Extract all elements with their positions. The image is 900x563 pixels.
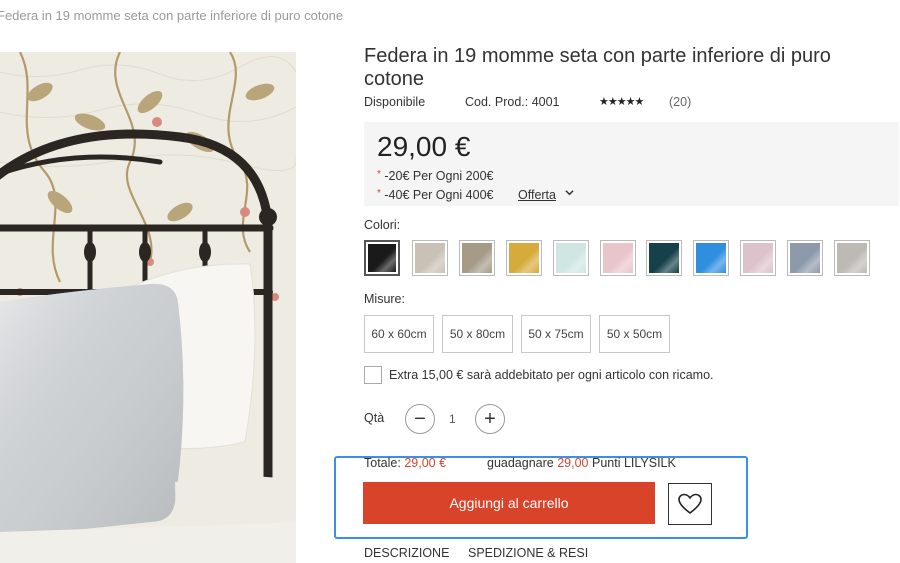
size-option[interactable]: 50 x 50cm [599, 315, 670, 353]
promo-line-2: * -40€ Per Ogni 400€ [377, 188, 494, 202]
earn-value: 29,00 [557, 456, 589, 470]
tab-description[interactable]: DESCRIZIONE [364, 546, 449, 560]
total: Totale: 29,00 € [364, 456, 446, 470]
tab-shipping[interactable]: SPEDIZIONE & RESI [468, 546, 588, 560]
review-count[interactable]: (20) [669, 95, 691, 109]
color-swatch-light-taupe[interactable] [412, 240, 448, 276]
color-swatch-gold[interactable] [506, 240, 542, 276]
swatch-fill [415, 243, 445, 273]
color-swatch-dark-teal[interactable] [646, 240, 682, 276]
swatch-fill [743, 243, 773, 273]
color-swatch-slate[interactable] [787, 240, 823, 276]
wishlist-button[interactable] [668, 483, 712, 525]
price: 29,00 € [377, 131, 471, 162]
total-label: Totale: [364, 456, 401, 470]
promo-marker: * [377, 188, 381, 199]
points-label: Punti LILYSILK [591, 456, 676, 470]
quantity-increase-button[interactable]: + [475, 404, 505, 434]
color-swatch-taupe[interactable] [459, 240, 495, 276]
swatch-fill [603, 243, 633, 273]
swatch-fill [368, 244, 396, 272]
promo-marker: * [377, 169, 381, 180]
embroidery-checkbox[interactable] [364, 366, 382, 384]
swatch-fill [837, 243, 867, 273]
breadcrumb: Federa in 19 momme seta con parte inferi… [0, 8, 344, 23]
swatch-fill [462, 243, 492, 273]
swatch-fill [649, 243, 679, 273]
sizes-label: Misure: [364, 292, 405, 306]
size-option[interactable]: 60 x 60cm [364, 315, 434, 353]
swatch-fill [790, 243, 820, 273]
earn-label: guadagnare [487, 456, 554, 470]
plus-icon: + [484, 407, 496, 430]
color-swatch-mint[interactable] [553, 240, 589, 276]
size-option[interactable]: 50 x 80cm [442, 315, 513, 353]
total-value: 29,00 € [404, 456, 447, 470]
product-photo [0, 52, 296, 563]
offer-link[interactable]: Offerta [518, 188, 556, 202]
color-swatch-blush[interactable] [740, 240, 776, 276]
quantity-label: Qtà [364, 411, 385, 425]
star-rating: ★★★★★ [599, 96, 644, 108]
product-image[interactable] [0, 52, 296, 563]
size-option[interactable]: 50 x 75cm [521, 315, 591, 353]
color-swatch-pink[interactable] [600, 240, 636, 276]
color-swatch-black[interactable] [364, 240, 400, 276]
product-code: Cod. Prod.: 4001 [465, 95, 560, 109]
minus-icon: − [414, 407, 426, 430]
color-swatch-silver[interactable] [834, 240, 870, 276]
promo-line-1: * -20€ Per Ogni 200€ [377, 169, 494, 183]
price-box: 29,00 € * -20€ Per Ogni 200€ * -40€ Per … [364, 122, 899, 206]
swatch-fill [509, 243, 539, 273]
swatch-fill [556, 243, 586, 273]
add-to-cart-button[interactable]: Aggiungi al carrello [363, 482, 655, 524]
colors-label: Colori: [364, 218, 401, 232]
product-title: Federa in 19 momme seta con parte inferi… [364, 45, 831, 90]
chevron-down-icon[interactable] [565, 188, 574, 200]
heart-icon [678, 493, 702, 514]
promo-text-1: -20€ Per Ogni 200€ [384, 169, 494, 183]
availability: Disponibile [364, 95, 426, 109]
color-swatch-blue[interactable] [693, 240, 729, 276]
points-earned: guadagnare 29,00 Punti LILYSILK [487, 456, 676, 470]
embroidery-label: Extra 15,00 € sarà addebitato per ogni a… [389, 368, 714, 382]
promo-text-2: -40€ Per Ogni 400€ [384, 188, 494, 202]
swatch-fill [696, 243, 726, 273]
quantity-decrease-button[interactable]: − [405, 404, 435, 434]
quantity-value[interactable]: 1 [449, 412, 456, 426]
